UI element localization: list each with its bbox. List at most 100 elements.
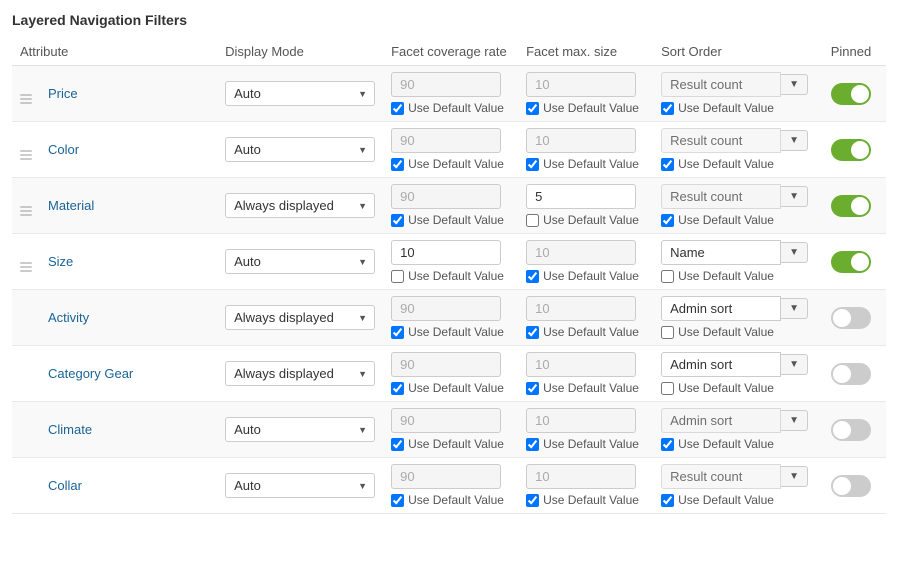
sort-order-select[interactable]: Admin sortNameResult count [661, 240, 781, 265]
sort-default-label: Use Default Value [678, 437, 774, 451]
facet-max-default-checkbox[interactable] [526, 494, 539, 507]
facet-max-wrap: Use Default Value [526, 128, 645, 171]
sort-order-btn[interactable]: ▼ [781, 130, 808, 151]
sort-default-checkbox[interactable] [661, 326, 674, 339]
facet-coverage-default-checkbox[interactable] [391, 494, 404, 507]
facet-coverage-input[interactable] [391, 296, 501, 321]
sort-order-select[interactable]: Result countAdmin sortName [661, 128, 781, 153]
facet-max-wrap: Use Default Value [526, 72, 645, 115]
facet-max-wrap: Use Default Value [526, 296, 645, 339]
sort-order-select[interactable]: Result countAdmin sortName [661, 184, 781, 209]
sort-wrap: Result countAdmin sortName ▼ Use Default… [661, 128, 808, 171]
sort-order-btn[interactable]: ▼ [781, 466, 808, 487]
drag-handle[interactable] [20, 94, 32, 104]
sort-order-btn[interactable]: ▼ [781, 186, 808, 207]
facet-max-default-checkbox[interactable] [526, 214, 539, 227]
sort-order-select[interactable]: Admin sortNameResult count [661, 296, 781, 321]
facet-coverage-default-checkbox[interactable] [391, 102, 404, 115]
facet-max-default-checkbox[interactable] [526, 102, 539, 115]
sort-default-checkbox[interactable] [661, 158, 674, 171]
facet-coverage-input[interactable] [391, 408, 501, 433]
facet-coverage-input[interactable] [391, 352, 501, 377]
toggle-slider [831, 139, 871, 161]
facet-max-input[interactable] [526, 408, 636, 433]
sort-default-checkbox[interactable] [661, 214, 674, 227]
sort-select-wrap: Result countAdmin sortName [661, 72, 781, 97]
facet-max-input[interactable] [526, 72, 636, 97]
facet-coverage-input[interactable] [391, 240, 501, 265]
sort-default-checkbox[interactable] [661, 270, 674, 283]
display-mode-select[interactable]: AutoAlways displayedHidden [225, 417, 375, 442]
facet-max-default-label: Use Default Value [543, 437, 639, 451]
display-mode-select[interactable]: AutoAlways displayedHidden [225, 249, 375, 274]
facet-coverage-input[interactable] [391, 464, 501, 489]
facet-max-input[interactable] [526, 128, 636, 153]
facet-max-default-checkbox[interactable] [526, 382, 539, 395]
display-mode-select[interactable]: AutoAlways displayedHidden [225, 81, 375, 106]
pinned-toggle[interactable] [831, 307, 871, 329]
facet-coverage-input[interactable] [391, 128, 501, 153]
display-mode-select[interactable]: AutoAlways displayedHidden [225, 305, 375, 330]
col-attribute: Attribute [12, 38, 217, 66]
facet-coverage-default-label: Use Default Value [408, 325, 504, 339]
facet-max-input[interactable] [526, 352, 636, 377]
facet-coverage-default-label: Use Default Value [408, 381, 504, 395]
pinned-toggle[interactable] [831, 139, 871, 161]
sort-order-select[interactable]: Result countAdmin sortName [661, 72, 781, 97]
facet-max-input[interactable] [526, 184, 636, 209]
sort-order-btn[interactable]: ▼ [781, 410, 808, 431]
pinned-toggle[interactable] [831, 251, 871, 273]
pinned-toggle[interactable] [831, 475, 871, 497]
sort-order-select[interactable]: Admin sortNameResult count [661, 352, 781, 377]
sort-default-checkbox[interactable] [661, 438, 674, 451]
display-mode-select[interactable]: AutoAlways displayedHidden [225, 193, 375, 218]
pinned-toggle[interactable] [831, 419, 871, 441]
pinned-toggle[interactable] [831, 83, 871, 105]
sort-order-btn[interactable]: ▼ [781, 298, 808, 319]
facet-max-default-label: Use Default Value [543, 493, 639, 507]
display-mode-select[interactable]: AutoAlways displayedHidden [225, 473, 375, 498]
sort-select-wrap: Result countAdmin sortName [661, 464, 781, 489]
facet-max-input[interactable] [526, 464, 636, 489]
sort-wrap: Result countAdmin sortName ▼ Use Default… [661, 184, 808, 227]
pinned-toggle[interactable] [831, 195, 871, 217]
facet-max-default-checkbox[interactable] [526, 270, 539, 283]
sort-order-btn[interactable]: ▼ [781, 242, 808, 263]
drag-handle[interactable] [20, 262, 32, 272]
facet-max-default-checkbox[interactable] [526, 326, 539, 339]
sort-default-checkbox[interactable] [661, 102, 674, 115]
facet-max-default-checkbox[interactable] [526, 158, 539, 171]
pinned-toggle[interactable] [831, 363, 871, 385]
facet-coverage-input[interactable] [391, 72, 501, 97]
facet-max-default-checkbox[interactable] [526, 438, 539, 451]
drag-handle[interactable] [20, 206, 32, 216]
sort-order-select[interactable]: Result countAdmin sortName [661, 408, 781, 433]
sort-order-btn[interactable]: ▼ [781, 354, 808, 375]
facet-max-input[interactable] [526, 240, 636, 265]
facet-coverage-default-checkbox[interactable] [391, 438, 404, 451]
sort-order-select[interactable]: Result countAdmin sortName [661, 464, 781, 489]
sort-default-checkbox[interactable] [661, 382, 674, 395]
display-mode-select[interactable]: AutoAlways displayedHidden [225, 137, 375, 162]
drag-handle[interactable] [20, 150, 32, 160]
display-mode-select-wrap: AutoAlways displayedHidden [225, 473, 375, 498]
facet-coverage-default-checkbox[interactable] [391, 270, 404, 283]
facet-coverage-default-label: Use Default Value [408, 101, 504, 115]
display-mode-select[interactable]: AutoAlways displayedHidden [225, 361, 375, 386]
facet-coverage-default-label: Use Default Value [408, 157, 504, 171]
facet-max-wrap: Use Default Value [526, 184, 645, 227]
facet-max-input[interactable] [526, 296, 636, 321]
facet-coverage-default-checkbox[interactable] [391, 326, 404, 339]
facet-coverage-default-checkbox[interactable] [391, 214, 404, 227]
sort-default-checkbox[interactable] [661, 494, 674, 507]
facet-coverage-default-checkbox[interactable] [391, 382, 404, 395]
filters-table: Attribute Display Mode Facet coverage ra… [12, 38, 886, 514]
facet-max-default-label: Use Default Value [543, 381, 639, 395]
facet-coverage-input[interactable] [391, 184, 501, 209]
sort-default-label: Use Default Value [678, 101, 774, 115]
facet-coverage-default-checkbox[interactable] [391, 158, 404, 171]
facet-coverage-default-label: Use Default Value [408, 437, 504, 451]
facet-coverage-default-label: Use Default Value [408, 213, 504, 227]
display-mode-select-wrap: AutoAlways displayedHidden [225, 305, 375, 330]
sort-order-btn[interactable]: ▼ [781, 74, 808, 95]
